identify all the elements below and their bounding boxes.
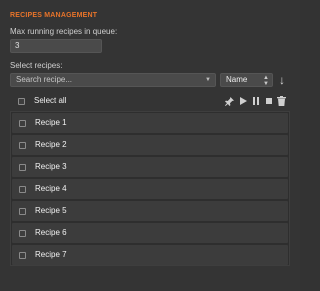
- recipe-name: Recipe 5: [35, 206, 67, 215]
- list-item[interactable]: Recipe 5: [12, 201, 288, 221]
- select-all-row: Select all: [10, 93, 290, 109]
- queue-label: Max running recipes in queue:: [10, 27, 118, 36]
- recipe-list: Recipe 1 Recipe 2 Recipe 3 Recipe 4 Reci…: [10, 111, 290, 266]
- pin-icon[interactable]: [225, 96, 234, 106]
- recipe-checkbox[interactable]: [19, 142, 26, 149]
- sort-by-select[interactable]: Name ▲ ▼: [220, 73, 273, 87]
- recipe-name: Recipe 3: [35, 162, 67, 171]
- recipe-checkbox[interactable]: [19, 186, 26, 193]
- recipe-name: Recipe 4: [35, 184, 67, 193]
- section-title: RECIPES MANAGEMENT: [10, 12, 98, 19]
- sort-by-value: Name: [226, 75, 248, 84]
- select-recipes-label: Select recipes:: [10, 61, 63, 70]
- list-item[interactable]: Recipe 2: [12, 135, 288, 155]
- queue-limit-input[interactable]: 3: [10, 39, 102, 53]
- pause-icon[interactable]: [251, 96, 260, 106]
- select-arrows-icon: ▲ ▼: [263, 75, 269, 87]
- arrow-down-icon[interactable]: ↓: [276, 72, 288, 88]
- recipe-checkbox[interactable]: [19, 252, 26, 259]
- list-item[interactable]: Recipe 4: [12, 179, 288, 199]
- search-placeholder: Search recipe...: [16, 75, 73, 84]
- list-item[interactable]: Recipe 6: [12, 223, 288, 243]
- list-item[interactable]: Recipe 1: [12, 113, 288, 133]
- select-all-label: Select all: [34, 96, 67, 105]
- recipe-name: Recipe 1: [35, 118, 67, 127]
- recipe-search-combobox[interactable]: Search recipe... ▼: [10, 73, 216, 87]
- list-item[interactable]: Recipe 3: [12, 157, 288, 177]
- select-all-checkbox[interactable]: [18, 98, 25, 105]
- recipe-name: Recipe 2: [35, 140, 67, 149]
- recipe-checkbox[interactable]: [19, 164, 26, 171]
- recipe-name: Recipe 7: [35, 250, 67, 259]
- trash-icon[interactable]: [277, 96, 286, 106]
- recipe-checkbox[interactable]: [19, 208, 26, 215]
- list-item[interactable]: Recipe 7: [12, 245, 288, 265]
- recipes-panel: RECIPES MANAGEMENT Max running recipes i…: [0, 0, 300, 291]
- recipe-toolbar: [225, 95, 286, 107]
- recipe-checkbox[interactable]: [19, 120, 26, 127]
- recipe-checkbox[interactable]: [19, 230, 26, 237]
- play-icon[interactable]: [238, 96, 247, 106]
- recipe-name: Recipe 6: [35, 228, 67, 237]
- stop-icon[interactable]: [264, 96, 273, 106]
- dropdown-caret-icon[interactable]: ▼: [205, 74, 211, 86]
